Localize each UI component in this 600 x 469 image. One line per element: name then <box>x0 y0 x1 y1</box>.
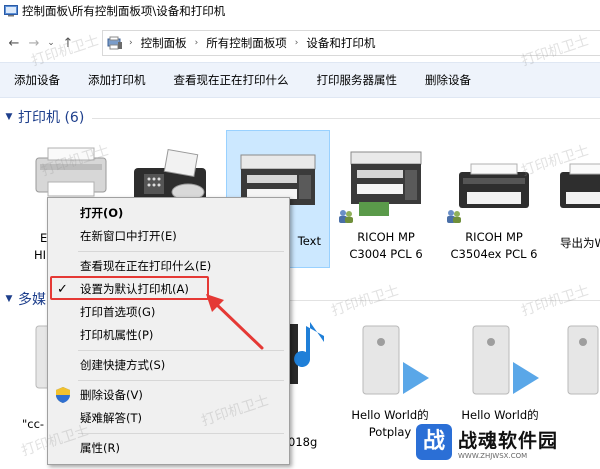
media-device-label: 018g <box>288 435 318 449</box>
breadcrumb-separator: › <box>294 38 299 48</box>
add-printer-button[interactable]: 添加打印机 <box>74 72 160 88</box>
address-bar[interactable]: › 控制面板 › 所有控制面板项 › 设备和打印机 <box>102 30 600 56</box>
menu-item-open-new-window[interactable]: 在新窗口中打开(E) <box>48 225 289 247</box>
menu-item-label: 属性(R) <box>80 441 120 455</box>
window-title: 控制面板\所有控制面板项\设备和打印机 <box>22 4 226 18</box>
menu-separator <box>78 251 284 252</box>
printers-group-header[interactable]: ▼ 打印机 (6) <box>0 107 600 127</box>
menu-item-see-printing[interactable]: 查看现在正在打印什么(E) <box>48 255 289 277</box>
printer-label: RICOH MP <box>465 230 523 244</box>
menu-item-label: 在新窗口中打开(E) <box>80 229 177 243</box>
printer-label: Text <box>297 234 321 248</box>
menu-item-label: 打开(O) <box>80 206 124 220</box>
brand-name: 战魂软件园 <box>458 430 559 452</box>
multifunction-printer-icon <box>350 151 422 216</box>
printer-item-ricoh-c3504ex[interactable]: RICOH MP C3504ex PCL 6 <box>444 160 544 263</box>
menu-item-remove-device[interactable]: 删除设备(V) <box>48 384 289 406</box>
brand-logo-mark: 战 <box>416 424 452 460</box>
printer-icon <box>459 163 529 208</box>
menu-item-troubleshoot[interactable]: 疑难解答(T) <box>48 407 289 429</box>
menu-item-properties[interactable]: 属性(R) <box>48 437 289 459</box>
menu-item-label: 删除设备(V) <box>80 388 143 402</box>
shared-users-icon <box>339 210 353 223</box>
media-server-icon <box>472 325 539 395</box>
brand-logo: 战 战魂软件园 WWW.ZHJWSX.COM <box>416 420 600 469</box>
media-server-icon <box>567 325 599 395</box>
title-bar: 控制面板\所有控制面板项\设备和打印机 <box>0 0 600 22</box>
collapse-chevron-icon[interactable]: ▼ <box>2 112 16 122</box>
printer-label-partial: HI <box>34 248 47 262</box>
breadcrumb-control-panel[interactable]: 控制面板 <box>141 35 187 51</box>
breadcrumb-devices-printers[interactable]: 设备和打印机 <box>306 35 375 51</box>
forward-arrow-icon[interactable]: → <box>24 33 44 53</box>
control-panel-icon <box>4 5 18 17</box>
media-device-item[interactable]: Hello World的 <box>450 322 550 424</box>
see-whats-printing-button[interactable]: 查看现在正在打印什么 <box>160 72 303 88</box>
printer-item-ricoh-c3004[interactable]: RICOH MP C3004 PCL 6 <box>336 148 436 263</box>
media-player-icon <box>286 322 324 384</box>
printer-label: RICOH MP <box>357 230 415 244</box>
back-arrow-icon[interactable]: ← <box>4 33 24 53</box>
recent-locations-chevron-icon[interactable]: ⌄ <box>44 33 58 53</box>
highlight-box <box>50 276 209 300</box>
printer-icon <box>560 163 600 208</box>
remove-device-button[interactable]: 删除设备 <box>411 72 485 88</box>
menu-item-label: 打印机属性(P) <box>80 328 154 342</box>
media-device-label: "cc- <box>22 417 45 431</box>
media-device-item[interactable] <box>558 322 600 403</box>
multimedia-group-title: 多媒 <box>18 292 46 308</box>
media-server-icon <box>362 325 429 395</box>
breadcrumb-separator: › <box>194 38 199 48</box>
menu-item-open[interactable]: 打开(O) <box>48 202 289 224</box>
printer-item-export[interactable]: 导出为W <box>552 160 600 252</box>
uac-shield-icon <box>56 387 70 403</box>
up-arrow-icon[interactable]: ↑ <box>58 33 78 53</box>
add-device-button[interactable]: 添加设备 <box>0 72 74 88</box>
devices-and-printers-icon <box>107 36 122 50</box>
collapse-chevron-icon[interactable]: ▼ <box>2 294 16 304</box>
menu-separator <box>78 380 284 381</box>
command-bar: 添加设备 添加打印机 查看现在正在打印什么 打印服务器属性 删除设备 <box>0 62 600 98</box>
printer-label: C3504ex PCL 6 <box>450 247 538 261</box>
print-server-properties-button[interactable]: 打印服务器属性 <box>303 72 412 88</box>
menu-item-create-shortcut[interactable]: 创建快捷方式(S) <box>48 354 289 376</box>
menu-separator <box>78 433 284 434</box>
printer-label: 导出为W <box>560 236 600 250</box>
annotation-arrow-icon <box>206 294 264 350</box>
brand-url: WWW.ZHJWSX.COM <box>458 452 528 460</box>
printer-icon <box>35 147 106 197</box>
printer-item[interactable] <box>18 140 118 203</box>
breadcrumb-all-items[interactable]: 所有控制面板项 <box>206 35 287 51</box>
shared-users-icon <box>447 210 461 223</box>
menu-item-label: 疑难解答(T) <box>80 411 142 425</box>
printer-label: C3004 PCL 6 <box>349 247 423 261</box>
menu-item-label: 查看现在正在打印什么(E) <box>80 259 212 273</box>
breadcrumb-separator: › <box>129 38 133 48</box>
navigation-row: ← → ⌄ ↑ › 控制面板 › 所有控制面板项 › 设备和打印机 <box>0 30 600 56</box>
menu-item-label: 打印首选项(G) <box>80 305 156 319</box>
menu-item-label: 创建快捷方式(S) <box>80 358 166 372</box>
group-divider <box>92 117 600 119</box>
printers-group-title: 打印机 (6) <box>18 110 85 126</box>
media-device-item[interactable]: 018g <box>284 316 334 449</box>
